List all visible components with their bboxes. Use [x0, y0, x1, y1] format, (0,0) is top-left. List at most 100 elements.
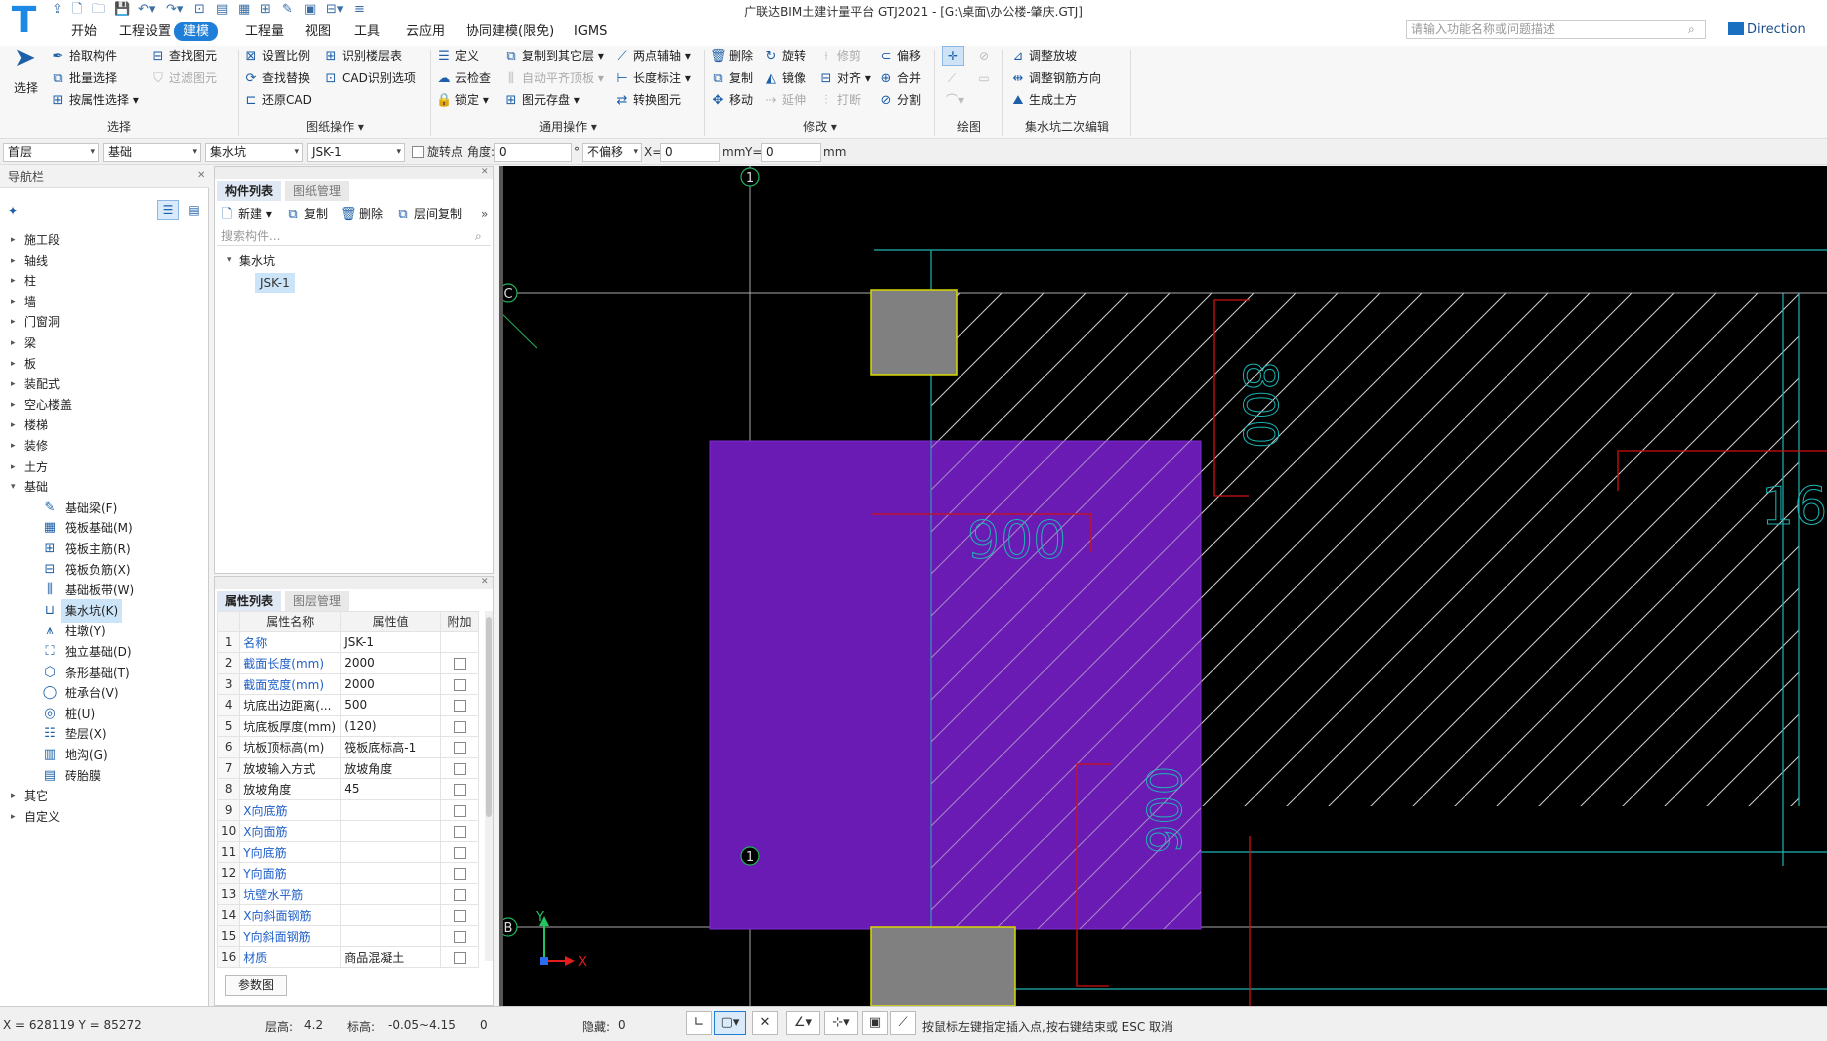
lock-button[interactable]: 🔒 锁定 ▾: [436, 90, 489, 110]
move-button[interactable]: ✥ 移动: [710, 90, 753, 110]
property-value[interactable]: (120): [340, 715, 442, 737]
angle-toggle-icon[interactable]: ∠▾: [786, 1011, 820, 1035]
adjust-rebar-direction-button[interactable]: ⇹ 调整钢筋方向: [1010, 68, 1101, 88]
offset-button[interactable]: ⊂ 偏移: [878, 46, 921, 66]
new-component-button[interactable]: 🗋 新建 ▾: [219, 204, 272, 224]
set-scale-button[interactable]: ⊠ 设置比例: [243, 46, 310, 66]
filter-element-button[interactable]: ⛉ 过滤图元: [150, 68, 217, 88]
property-row[interactable]: 12 Y向面筋: [216, 862, 479, 884]
extend-button[interactable]: ⇢ 延伸: [763, 90, 806, 110]
property-row[interactable]: 16 材质 商品混凝土: [216, 946, 479, 968]
copy-component-button[interactable]: ⧉ 复制: [285, 204, 328, 224]
property-row[interactable]: 8 放坡角度 45: [216, 778, 479, 800]
property-value[interactable]: 500: [340, 694, 442, 716]
property-value[interactable]: 2000: [340, 673, 442, 695]
length-dimension-button[interactable]: ⊢ 长度标注 ▾: [614, 68, 691, 88]
property-row[interactable]: 1 名称 JSK-1: [216, 631, 479, 653]
search-icon[interactable]: ⌕: [1688, 22, 1695, 37]
extra-checkbox[interactable]: [453, 846, 466, 859]
category-select[interactable]: 基础 ▾: [103, 143, 201, 162]
property-row[interactable]: 10 X向面筋: [216, 820, 479, 842]
extra-checkbox[interactable]: [453, 825, 466, 838]
line-draw-icon[interactable]: ⟋: [942, 68, 962, 88]
property-row[interactable]: 2 截面长度(mm) 2000: [216, 652, 479, 674]
adjust-slope-button[interactable]: ⊿ 调整放坡: [1010, 46, 1077, 66]
menu-item-1[interactable]: 工程设置: [110, 22, 180, 41]
menu-item-2[interactable]: 建模: [174, 22, 219, 41]
property-row[interactable]: 5 坑底板厚度(mm) (120): [216, 715, 479, 737]
component-select[interactable]: JSK-1 ▾: [307, 143, 405, 162]
property-value[interactable]: [340, 841, 442, 863]
ortho-toggle-icon[interactable]: ∟: [686, 1011, 712, 1035]
extra-checkbox[interactable]: [453, 699, 466, 712]
extra-checkbox[interactable]: [453, 762, 466, 775]
property-value[interactable]: [340, 925, 442, 947]
menu-item-3[interactable]: 工程量: [236, 22, 293, 41]
restore-cad-button[interactable]: ⊏ 还原CAD: [243, 90, 312, 110]
drawing-canvas[interactable]: 900 800 006 16 1 1 C B X Y: [499, 166, 1827, 1006]
column-top[interactable]: [870, 289, 958, 376]
property-scrollbar-thumb[interactable]: [486, 617, 492, 817]
batch-select-button[interactable]: ⧉ 批量选择: [50, 68, 117, 88]
angle-input[interactable]: 0: [494, 143, 572, 162]
select-by-property-button[interactable]: ⊞ 按属性选择 ▾: [50, 90, 139, 110]
split-button[interactable]: ⊘ 分割: [878, 90, 921, 110]
property-value[interactable]: 45: [340, 778, 442, 800]
param-diagram-button[interactable]: 参数图: [225, 975, 287, 996]
extra-checkbox[interactable]: [453, 657, 466, 670]
tree-expand-icon[interactable]: ▾: [227, 255, 232, 265]
extra-checkbox[interactable]: [453, 867, 466, 880]
property-row[interactable]: 13 坑壁水平筋: [216, 883, 479, 905]
extra-checkbox[interactable]: [453, 909, 466, 922]
select-button[interactable]: 选择: [14, 78, 38, 98]
drawing-svg[interactable]: 900 800 006 16 1 1 C B X Y: [499, 166, 1827, 1006]
arc-draw-icon[interactable]: ⌒▾: [942, 90, 968, 110]
rotate-point-checkbox[interactable]: [412, 146, 424, 158]
property-row[interactable]: 6 坑板顶标高(m) 筏板底标高-1: [216, 736, 479, 758]
extra-checkbox[interactable]: [453, 783, 466, 796]
extra-checkbox[interactable]: [453, 888, 466, 901]
find-replace-button[interactable]: ⟳ 查找替换: [243, 68, 310, 88]
select-arrow-icon[interactable]: ➤: [14, 45, 40, 71]
nav-group-bottom-1[interactable]: ▸ 自定义: [0, 805, 208, 829]
property-value[interactable]: [340, 820, 442, 842]
element-save-button[interactable]: ⊞ 图元存盘 ▾: [503, 90, 580, 110]
property-value[interactable]: [340, 799, 442, 821]
dynamic-input-icon[interactable]: ⊹▾: [824, 1011, 858, 1035]
snap-toggle-icon[interactable]: ▢▾: [714, 1011, 746, 1035]
merge-button[interactable]: ⊕ 合并: [878, 68, 921, 88]
detail-view-icon[interactable]: ▤: [183, 200, 205, 220]
delete-button[interactable]: 🗑 删除: [710, 46, 753, 66]
extra-checkbox[interactable]: [453, 741, 466, 754]
chevron-right-icon[interactable]: ▸: [11, 805, 16, 829]
extra-checkbox[interactable]: [453, 951, 466, 964]
search-icon[interactable]: ⌕: [475, 229, 482, 244]
property-row[interactable]: 15 Y向斜面钢筋: [216, 925, 479, 947]
property-row[interactable]: 4 坑底出边距离(... 500: [216, 694, 479, 716]
delete-component-button[interactable]: 🗑 删除: [340, 204, 383, 224]
menu-item-4[interactable]: 视图: [296, 22, 340, 41]
property-row[interactable]: 7 放坡输入方式 放坡角度: [216, 757, 479, 779]
rect-draw-icon[interactable]: ▭: [974, 68, 994, 88]
column-bottom[interactable]: [870, 926, 1016, 1006]
type-select[interactable]: 集水坑 ▾: [205, 143, 303, 162]
property-value[interactable]: JSK-1: [340, 631, 442, 653]
direction-link[interactable]: Direction: [1728, 20, 1806, 39]
property-value[interactable]: [340, 862, 442, 884]
floor-select[interactable]: 首层 ▾: [3, 143, 99, 162]
menu-item-7[interactable]: 协同建模(限免): [457, 22, 563, 41]
convert-element-button[interactable]: ⇄ 转换图元: [614, 90, 681, 110]
copy-button[interactable]: ⧉ 复制: [710, 68, 753, 88]
property-row[interactable]: 11 Y向底筋: [216, 841, 479, 863]
more-icon[interactable]: »: [481, 207, 488, 221]
extra-checkbox[interactable]: [453, 720, 466, 733]
find-element-button[interactable]: ⊟ 查找图元: [150, 46, 217, 66]
extra-checkbox[interactable]: [453, 678, 466, 691]
x-offset-input[interactable]: 0: [660, 143, 720, 162]
extra-checkbox[interactable]: [453, 804, 466, 817]
close-icon[interactable]: ✕: [197, 170, 205, 181]
floor-copy-button[interactable]: ⧉ 层间复制: [395, 204, 462, 224]
align-button[interactable]: ⊟ 对齐 ▾: [818, 68, 871, 88]
group-label-modify[interactable]: 修改 ▾: [706, 118, 934, 136]
tab-component-list[interactable]: 构件列表: [217, 181, 282, 201]
